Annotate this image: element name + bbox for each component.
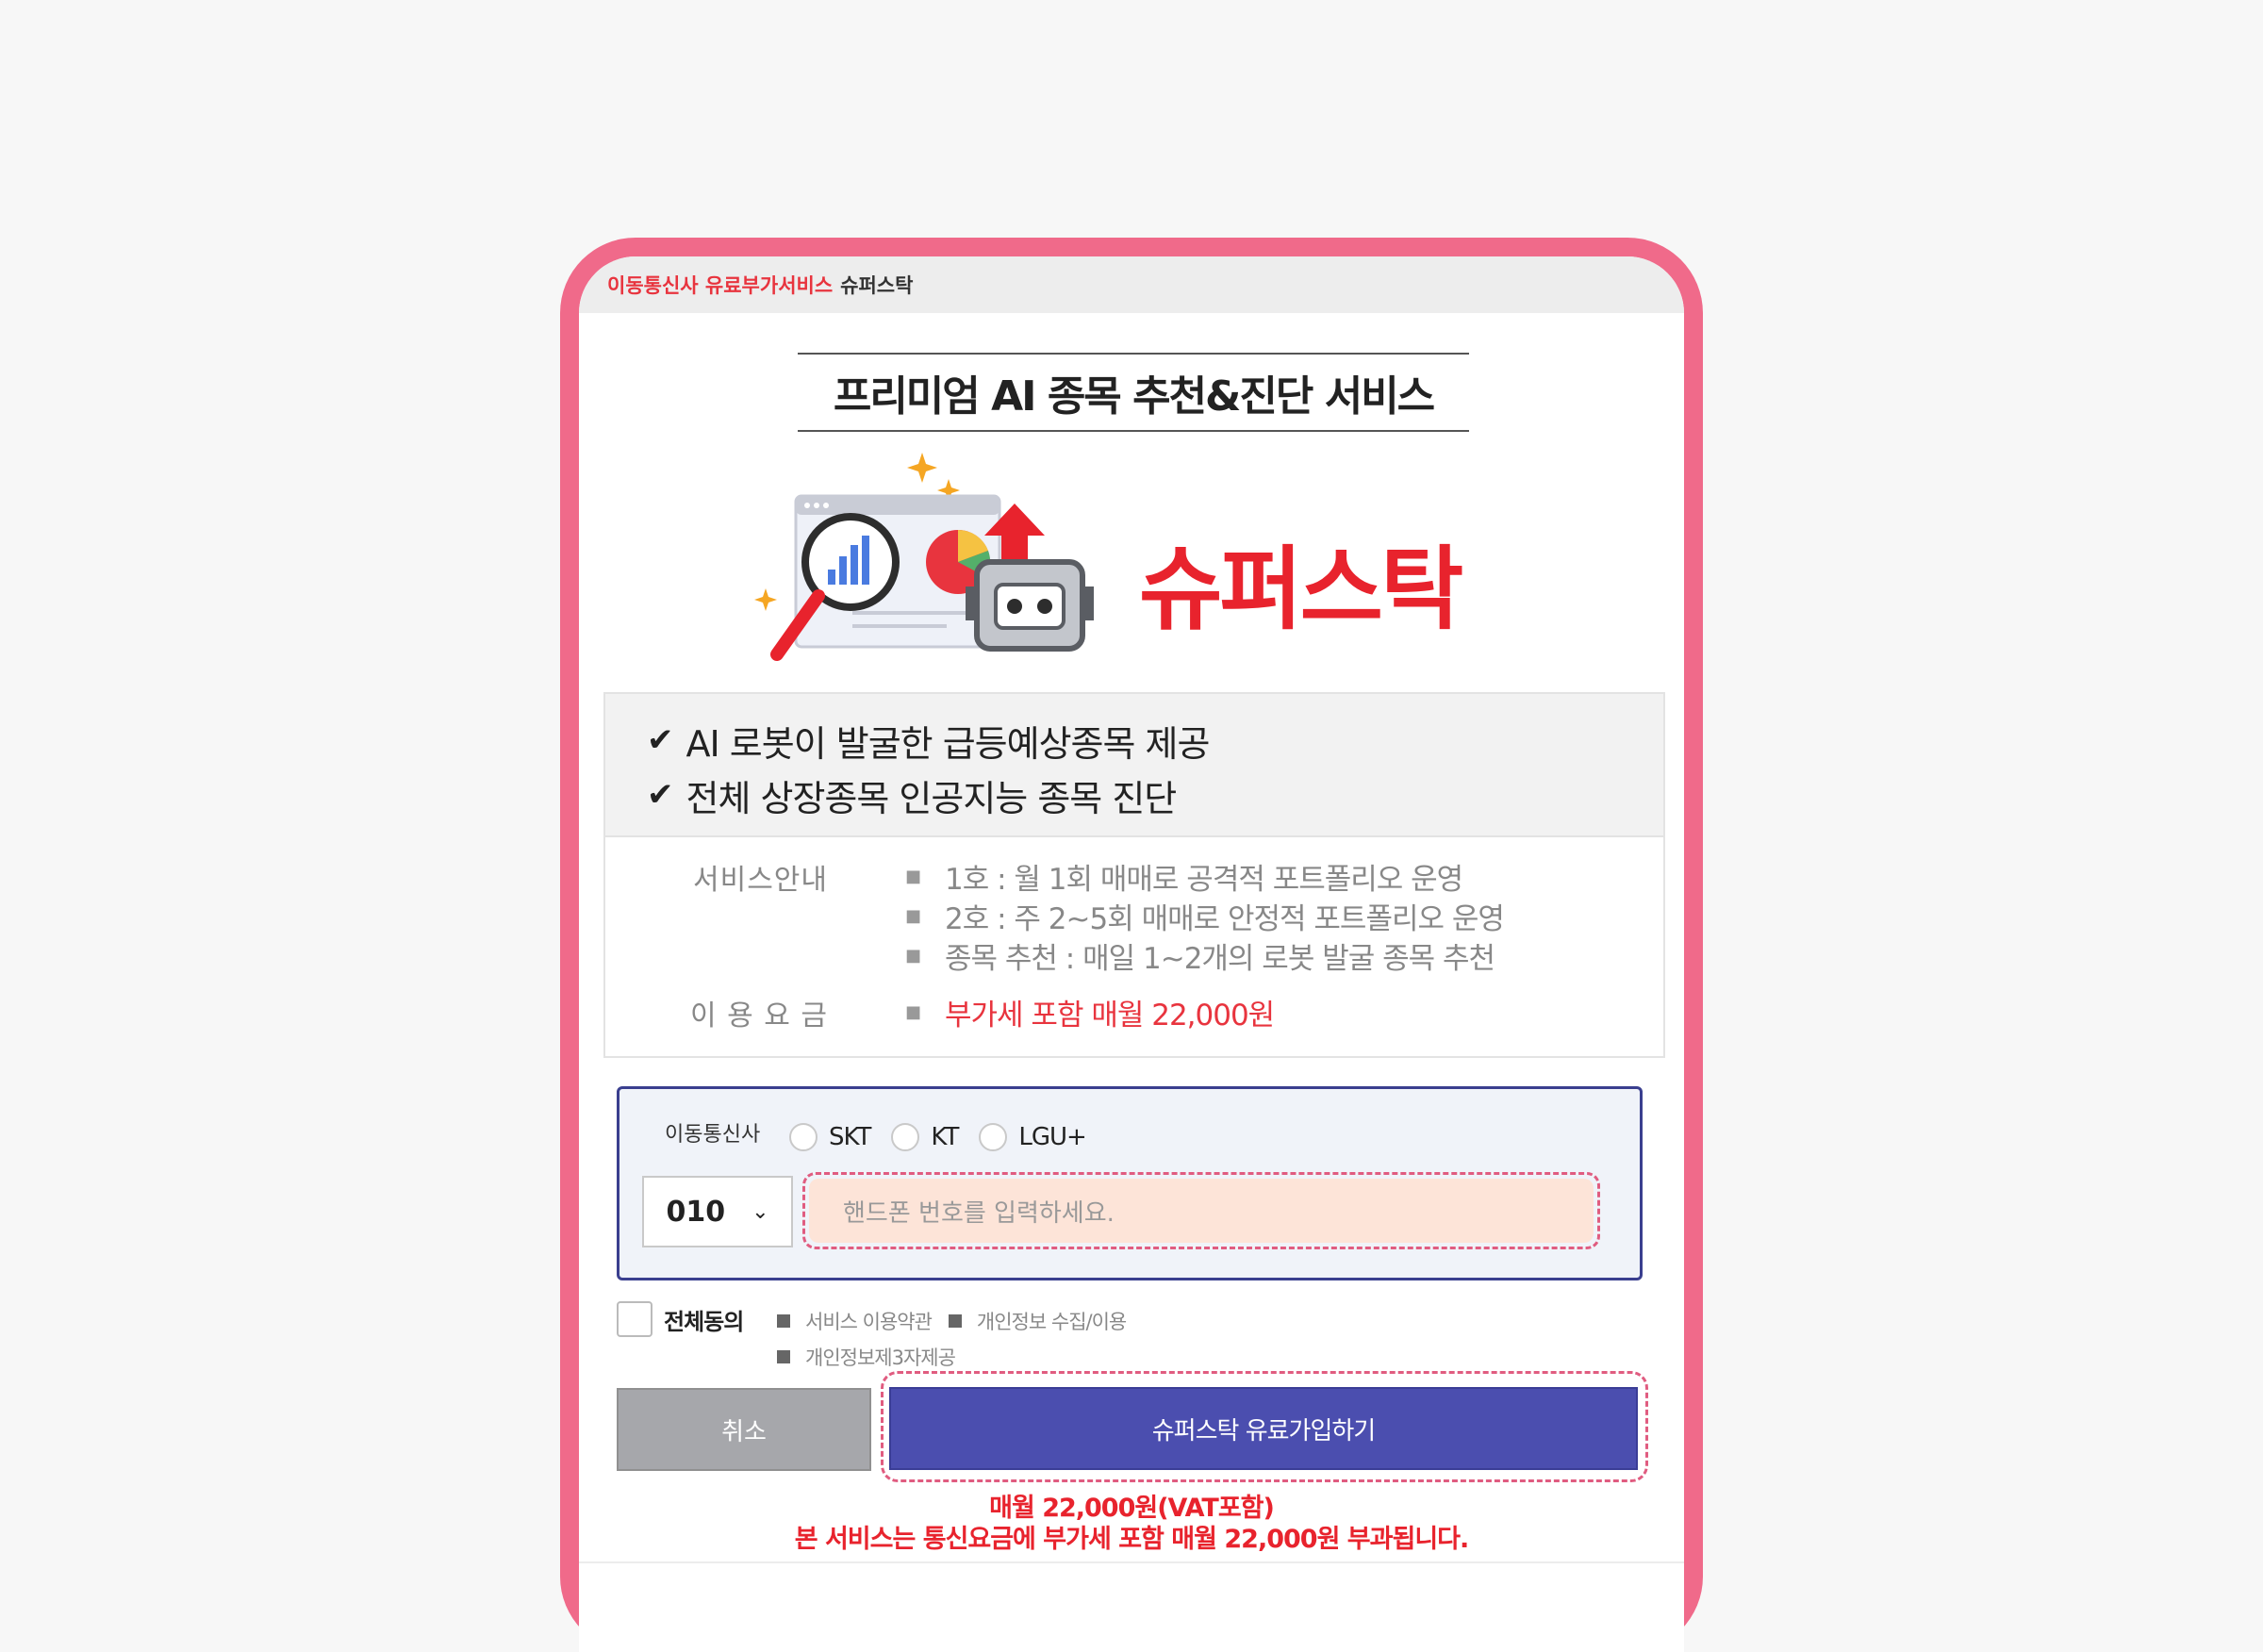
billing-notice: 본 서비스는 통신요금에 부가세 포함 매월 22,000원 부과됩니다. [794,1525,1470,1554]
ai-analysis-illustration [754,453,1094,661]
join-button[interactable]: 슈퍼스탁 유료가입하기 [889,1387,1638,1470]
carrier-radio-group: SKT KT LGU+ [789,1123,1107,1151]
agree-all[interactable]: 전체동의 [617,1301,744,1337]
check-icon: ✔ [647,776,673,814]
sparkle-icon [754,588,777,611]
phone-input-highlight: 핸드폰 번호를 입력하세요. [802,1172,1600,1249]
check-icon: ✔ [647,721,673,759]
service-name: 슈퍼스탁 [840,274,914,297]
cancel-button[interactable]: 취소 [617,1388,871,1471]
fee-value: 부가세 포함 매월 22,000원 [945,998,1275,1032]
device-frame: 이동통신사 유료부가서비스 슈퍼스탁 프리미엄 AI 종목 추천&진단 서비스 [560,238,1703,1652]
fee-item: ■ 부가세 포함 매월 22,000원 [905,992,1275,1032]
carrier-option-skt[interactable]: SKT [789,1123,871,1151]
agree-all-label: 전체동의 [664,1308,744,1335]
chevron-down-icon: ⌄ [752,1199,769,1224]
terms-link-service[interactable]: 서비스 이용약관 [777,1307,933,1335]
phone-number-input[interactable]: 핸드폰 번호를 입력하세요. [809,1179,1594,1243]
sparkle-icon [907,453,937,483]
terms-list: 서비스 이용약관 개인정보 수집/이용 개인정보제3자제공 [777,1303,1143,1375]
square-bullet-icon [948,1314,962,1328]
service-guide-label: 서비스안내 [693,864,828,897]
terms-link-third-party[interactable]: 개인정보제3자제공 [777,1343,956,1371]
divider [579,1561,1684,1563]
page-title: 프리미엄 AI 종목 추천&진단 서비스 [798,353,1469,432]
radio-button[interactable] [979,1123,1008,1151]
signup-form: 이동통신사 SKT KT LGU+ 010 ⌄ 핸드폰 번호를 입력하세요. [617,1086,1643,1280]
square-bullet-icon [777,1314,790,1328]
service-info-box: 서비스안내 ■ 1호 : 월 1회 매매로 공격적 포트폴리오 운영 ■ 2호 : … [603,835,1665,1058]
carrier-option-kt[interactable]: KT [891,1123,959,1151]
terms-link-privacy[interactable]: 개인정보 수집/이용 [948,1307,1127,1335]
brand-logo-text: 슈퍼스탁 [1139,537,1463,642]
agree-all-checkbox[interactable] [617,1301,652,1337]
screen: 이동통신사 유료부가서비스 슈퍼스탁 프리미엄 AI 종목 추천&진단 서비스 [579,256,1684,1652]
carrier-label: 이동통신사 [665,1123,761,1147]
fee-label: 이 용 요 금 [689,999,828,1032]
service-guide-row: 서비스안내 ■ 1호 : 월 1회 매매로 공격적 포트폴리오 운영 ■ 2호 : … [605,856,1505,976]
fee-row: 이 용 요 금 ■ 부가세 포함 매월 22,000원 [605,992,1275,1033]
feature-item: ✔ 전체 상장종목 인공지능 종목 진단 [647,776,1177,819]
top-bar: 이동통신사 유료부가서비스 슈퍼스탁 [579,256,1684,313]
square-bullet-icon [777,1350,790,1363]
service-guide-item: ■ 종목 추천 : 매일 1~2개의 로봇 발굴 종목 추천 [905,941,1495,976]
phone-prefix-select[interactable]: 010 ⌄ [642,1176,793,1247]
service-guide-item: ■ 2호 : 주 2~5회 매매로 안정적 포트폴리오 운영 [905,901,1505,936]
join-button-highlight: 슈퍼스탁 유료가입하기 [881,1371,1648,1482]
radio-button[interactable] [789,1123,818,1151]
radio-button[interactable] [891,1123,920,1151]
carrier-option-lgu[interactable]: LGU+ [979,1123,1087,1151]
feature-box: ✔ AI 로봇이 발굴한 급등예상종목 제공 ✔ 전체 상장종목 인공지능 종목… [603,692,1665,835]
service-category: 이동통신사 유료부가서비스 [607,274,834,297]
service-guide-item: ■ 1호 : 월 1회 매매로 공격적 포트폴리오 운영 [905,862,1463,897]
feature-item: ✔ AI 로봇이 발굴한 급등예상종목 제공 [647,721,1210,765]
